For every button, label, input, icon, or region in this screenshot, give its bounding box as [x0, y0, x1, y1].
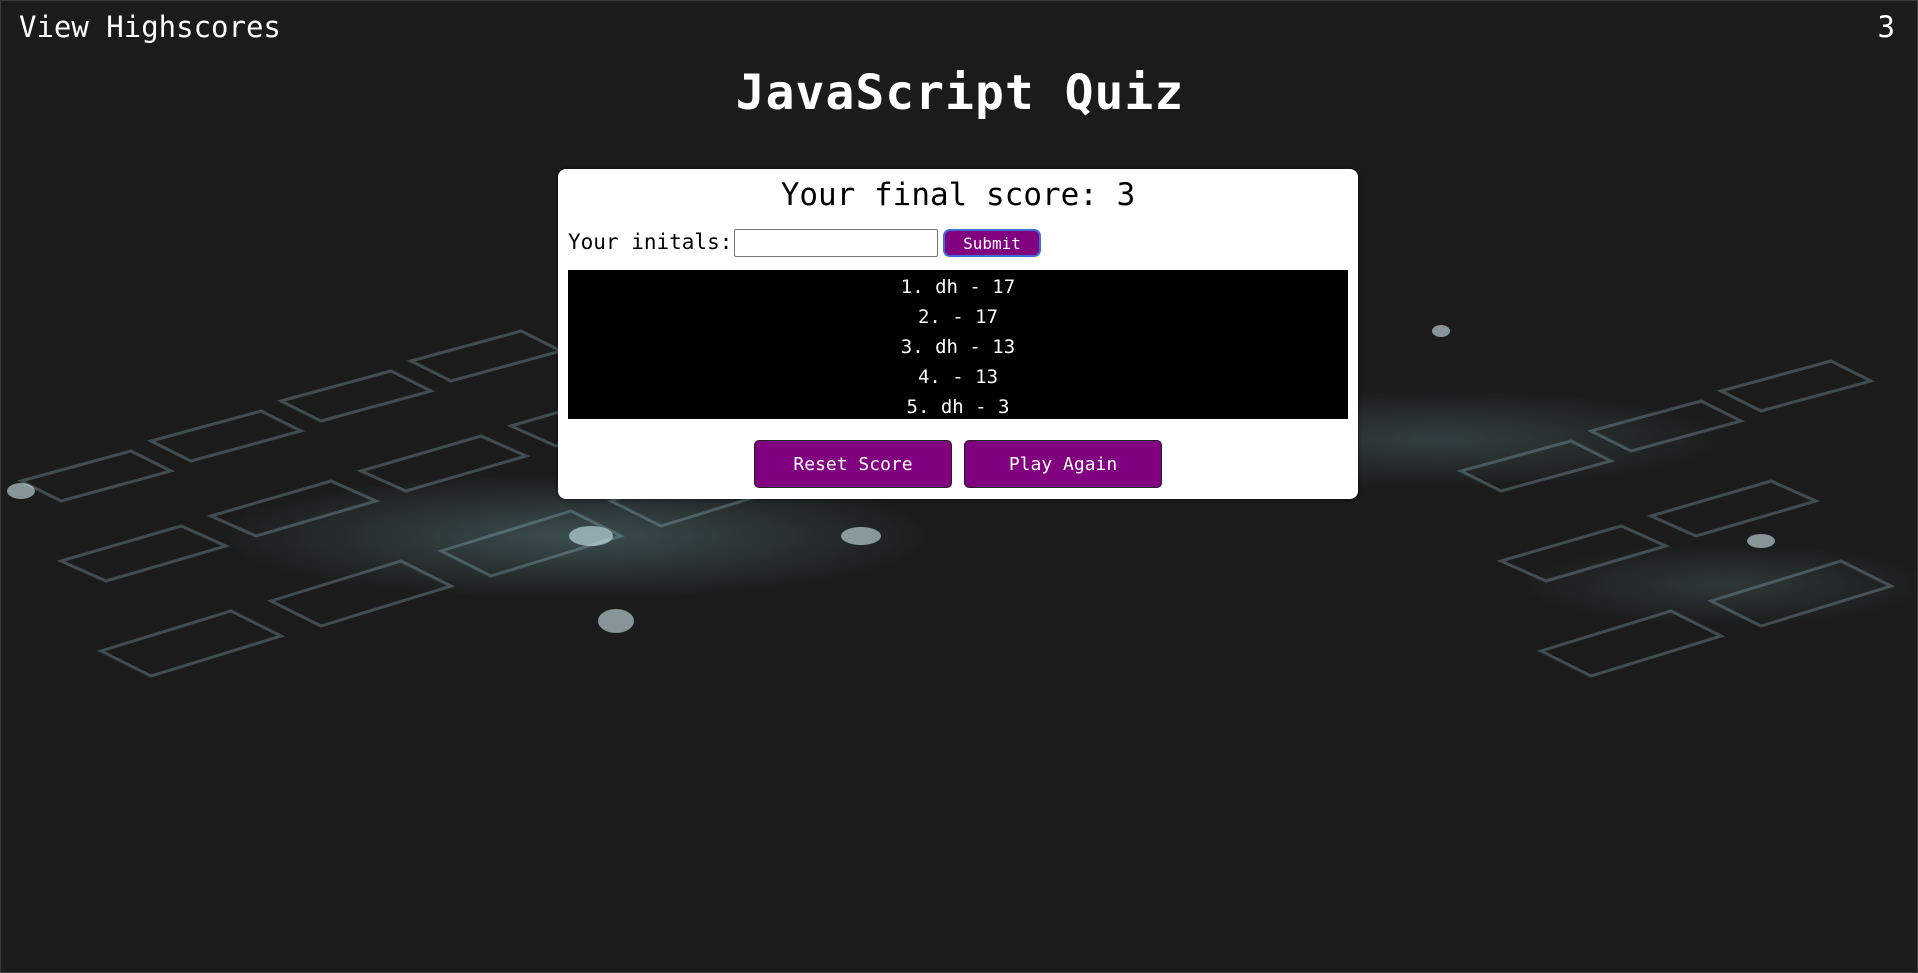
initials-input[interactable] [734, 229, 938, 257]
final-score-card: Your final score: 3 Your initals: Submit… [558, 169, 1358, 499]
play-again-button[interactable]: Play Again [964, 440, 1162, 488]
highscores-list: 1. dh - 17 2. - 17 3. dh - 13 4. - 13 5.… [568, 270, 1348, 422]
reset-score-button[interactable]: Reset Score [754, 440, 952, 488]
highscore-item: 5. dh - 3 [906, 396, 1010, 418]
page-frame: View Highscores 3 JavaScript Quiz Your f… [0, 0, 1918, 973]
initials-label: Your initals: [568, 230, 733, 254]
page-title: JavaScript Quiz [735, 65, 1185, 121]
highscore-item: 3. dh - 13 [900, 336, 1016, 358]
final-score-text: Your final score: 3 [780, 177, 1136, 213]
highscores-list-box: 1. dh - 17 2. - 17 3. dh - 13 4. - 13 5.… [568, 270, 1348, 419]
view-highscores-link[interactable]: View Highscores [19, 10, 281, 44]
timer-value: 3 [1877, 10, 1895, 44]
submit-button[interactable]: Submit [943, 229, 1041, 257]
highscore-item: 4. - 13 [917, 366, 999, 388]
highscore-item: 2. - 17 [917, 306, 999, 328]
highscore-item: 1. dh - 17 [900, 276, 1016, 298]
